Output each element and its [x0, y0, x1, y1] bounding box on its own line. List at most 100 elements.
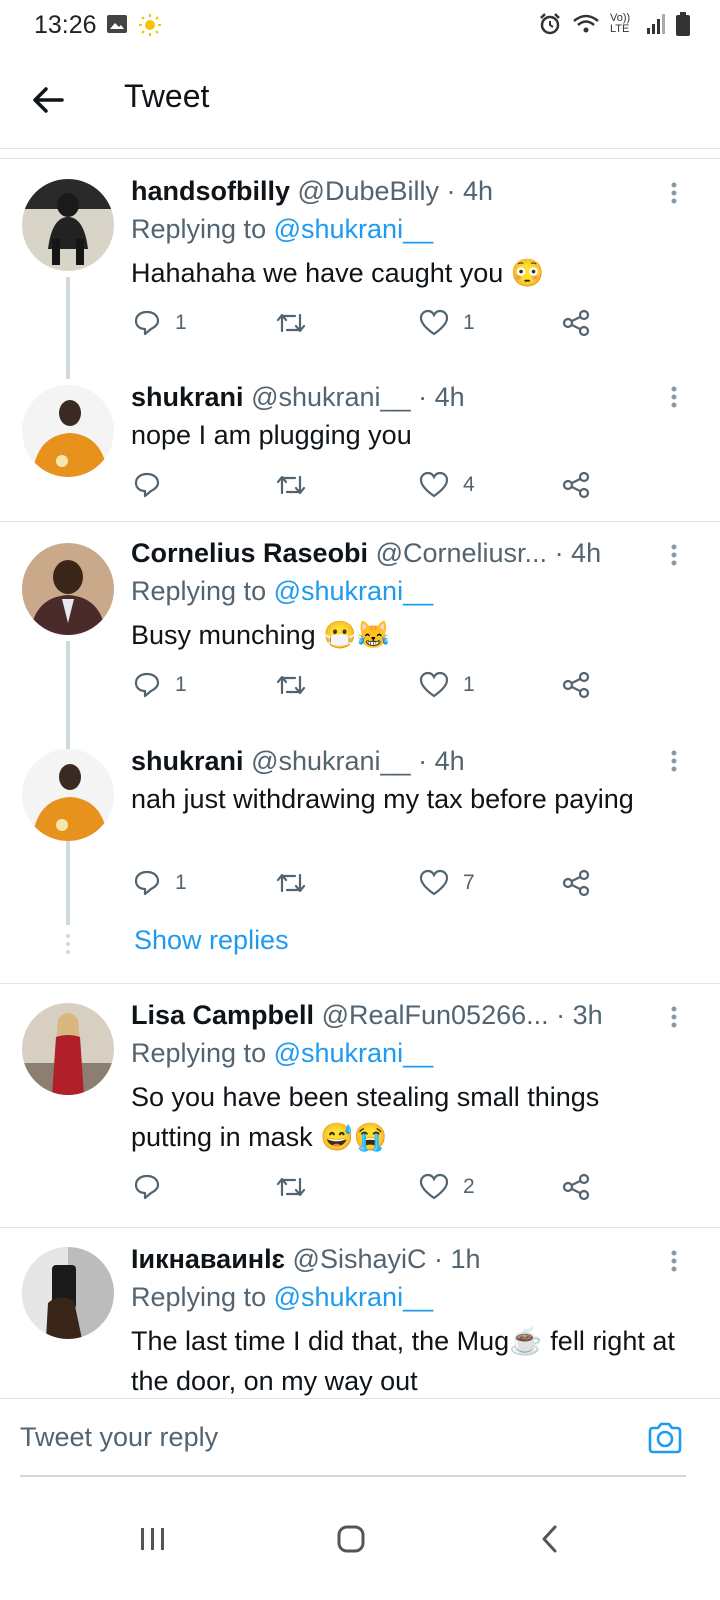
more-options-icon[interactable]: [670, 1005, 678, 1029]
thread-line: [66, 845, 70, 925]
show-replies-link[interactable]: Show replies: [134, 925, 289, 956]
image-icon: [107, 15, 127, 33]
reply-button[interactable]: 1: [133, 309, 187, 337]
share-icon: [562, 1173, 590, 1201]
reply-button[interactable]: [133, 1173, 175, 1201]
tweet-header: Cornelius Raseobi @Corneliusr... · 4h: [131, 535, 680, 571]
avatar[interactable]: [22, 385, 114, 477]
author-handle[interactable]: @shukrani__: [251, 382, 411, 412]
avatar[interactable]: [22, 179, 114, 271]
tweet-reply-input[interactable]: [20, 1399, 610, 1475]
header: Tweet: [0, 52, 720, 149]
home-icon: [337, 1525, 365, 1553]
mention-link[interactable]: @shukrani__: [274, 214, 434, 244]
author-name[interactable]: Cornelius Raseobi: [131, 538, 368, 568]
like-button[interactable]: 4: [419, 471, 475, 499]
retweet-icon: [276, 1177, 306, 1197]
tweet-text: Hahahaha we have caught you 😳: [131, 258, 545, 288]
replying-to-label: Replying to: [131, 576, 267, 606]
signal-icon: [647, 14, 665, 34]
author-handle[interactable]: @DubeBilly: [298, 176, 439, 206]
battery-icon: [676, 12, 690, 36]
recent-apps-icon: [141, 1528, 164, 1550]
mention-link[interactable]: @shukrani__: [274, 1282, 434, 1312]
retweet-button[interactable]: [275, 471, 321, 499]
share-button[interactable]: [561, 671, 591, 699]
retweet-icon: [276, 475, 306, 495]
retweet-icon: [276, 675, 306, 695]
author-name[interactable]: Іикнаваинlɛ: [131, 1244, 285, 1274]
divider: [0, 1227, 720, 1228]
tweet-time: · 4h: [418, 382, 465, 412]
more-options-icon[interactable]: [670, 1249, 678, 1273]
tweet-header: Lisa Campbell @RealFun05266... · 3h: [131, 997, 680, 1033]
more-options-icon[interactable]: [670, 749, 678, 773]
arrow-left-icon: [33, 87, 64, 113]
author-name[interactable]: handsofbilly: [131, 176, 290, 206]
author-handle[interactable]: @SishayiC: [293, 1244, 427, 1274]
author-name[interactable]: shukrani: [131, 746, 244, 776]
like-button[interactable]: 1: [419, 309, 475, 337]
replying-to-label: Replying to: [131, 214, 267, 244]
thread-dots-icon: [66, 934, 70, 954]
like-button[interactable]: 7: [419, 869, 475, 897]
share-button[interactable]: [561, 309, 591, 337]
tweet-text: Busy munching 😷😹: [131, 620, 391, 650]
author-handle[interactable]: @shukrani__: [251, 746, 411, 776]
recent-apps-button[interactable]: [128, 1514, 178, 1564]
mention-link[interactable]: @shukrani__: [274, 1038, 434, 1068]
reply-icon: [134, 870, 160, 896]
like-button[interactable]: 1: [419, 671, 475, 699]
back-button[interactable]: [28, 80, 68, 120]
reply-button[interactable]: [133, 471, 175, 499]
input-underline: [20, 1475, 686, 1477]
heart-icon: [419, 309, 449, 336]
more-options-icon[interactable]: [670, 543, 678, 567]
alarm-icon: [540, 13, 560, 35]
reply-button[interactable]: 1: [133, 869, 187, 897]
retweet-button[interactable]: [275, 671, 321, 699]
replying-to: Replying to @shukrani__: [131, 1277, 680, 1317]
retweet-button[interactable]: [275, 869, 321, 897]
heart-icon: [419, 471, 449, 498]
tweet-time: · 3h: [556, 1000, 603, 1030]
retweet-button[interactable]: [275, 1173, 321, 1201]
camera-button[interactable]: [646, 1419, 684, 1457]
mention-link[interactable]: @shukrani__: [274, 576, 434, 606]
reply-icon: [134, 472, 160, 498]
author-name[interactable]: shukrani: [131, 382, 244, 412]
avatar[interactable]: [22, 1003, 114, 1095]
tweet-header: Іикнаваинlɛ @SishayiC · 1h: [131, 1241, 680, 1277]
tweet-time: · 4h: [418, 746, 465, 776]
avatar[interactable]: [22, 749, 114, 841]
share-button[interactable]: [561, 471, 591, 499]
retweet-icon: [276, 873, 306, 893]
tweet-time: · 1h: [434, 1244, 481, 1274]
page-title: Tweet: [124, 78, 210, 114]
author-name[interactable]: Lisa Campbell: [131, 1000, 314, 1030]
replying-to-label: Replying to: [131, 1038, 267, 1068]
reply-icon: [134, 310, 160, 336]
tweet-text: nope I am plugging you: [131, 420, 412, 450]
reply-feed[interactable]: handsofbilly @DubeBilly · 4h Replying to…: [0, 158, 720, 1399]
share-button[interactable]: [561, 1173, 591, 1201]
share-button[interactable]: [561, 869, 591, 897]
retweet-button[interactable]: [275, 309, 321, 337]
avatar[interactable]: [22, 543, 114, 635]
author-handle[interactable]: @RealFun05266...: [322, 1000, 549, 1030]
like-button[interactable]: 2: [419, 1173, 475, 1201]
avatar[interactable]: [22, 1247, 114, 1339]
replying-to: Replying to @shukrani__: [131, 209, 680, 249]
reply-button[interactable]: 1: [133, 671, 187, 699]
more-options-icon[interactable]: [670, 385, 678, 409]
share-icon: [562, 309, 590, 337]
like-count: 1: [463, 311, 475, 334]
share-icon: [562, 671, 590, 699]
more-options-icon[interactable]: [670, 181, 678, 205]
author-handle[interactable]: @Corneliusr...: [376, 538, 547, 568]
home-button[interactable]: [326, 1514, 376, 1564]
reply-count: 1: [175, 311, 187, 334]
tweet-time: · 4h: [446, 176, 494, 206]
back-nav-button[interactable]: [524, 1514, 574, 1564]
tweet-text: So you have been stealing small things p…: [131, 1082, 600, 1152]
